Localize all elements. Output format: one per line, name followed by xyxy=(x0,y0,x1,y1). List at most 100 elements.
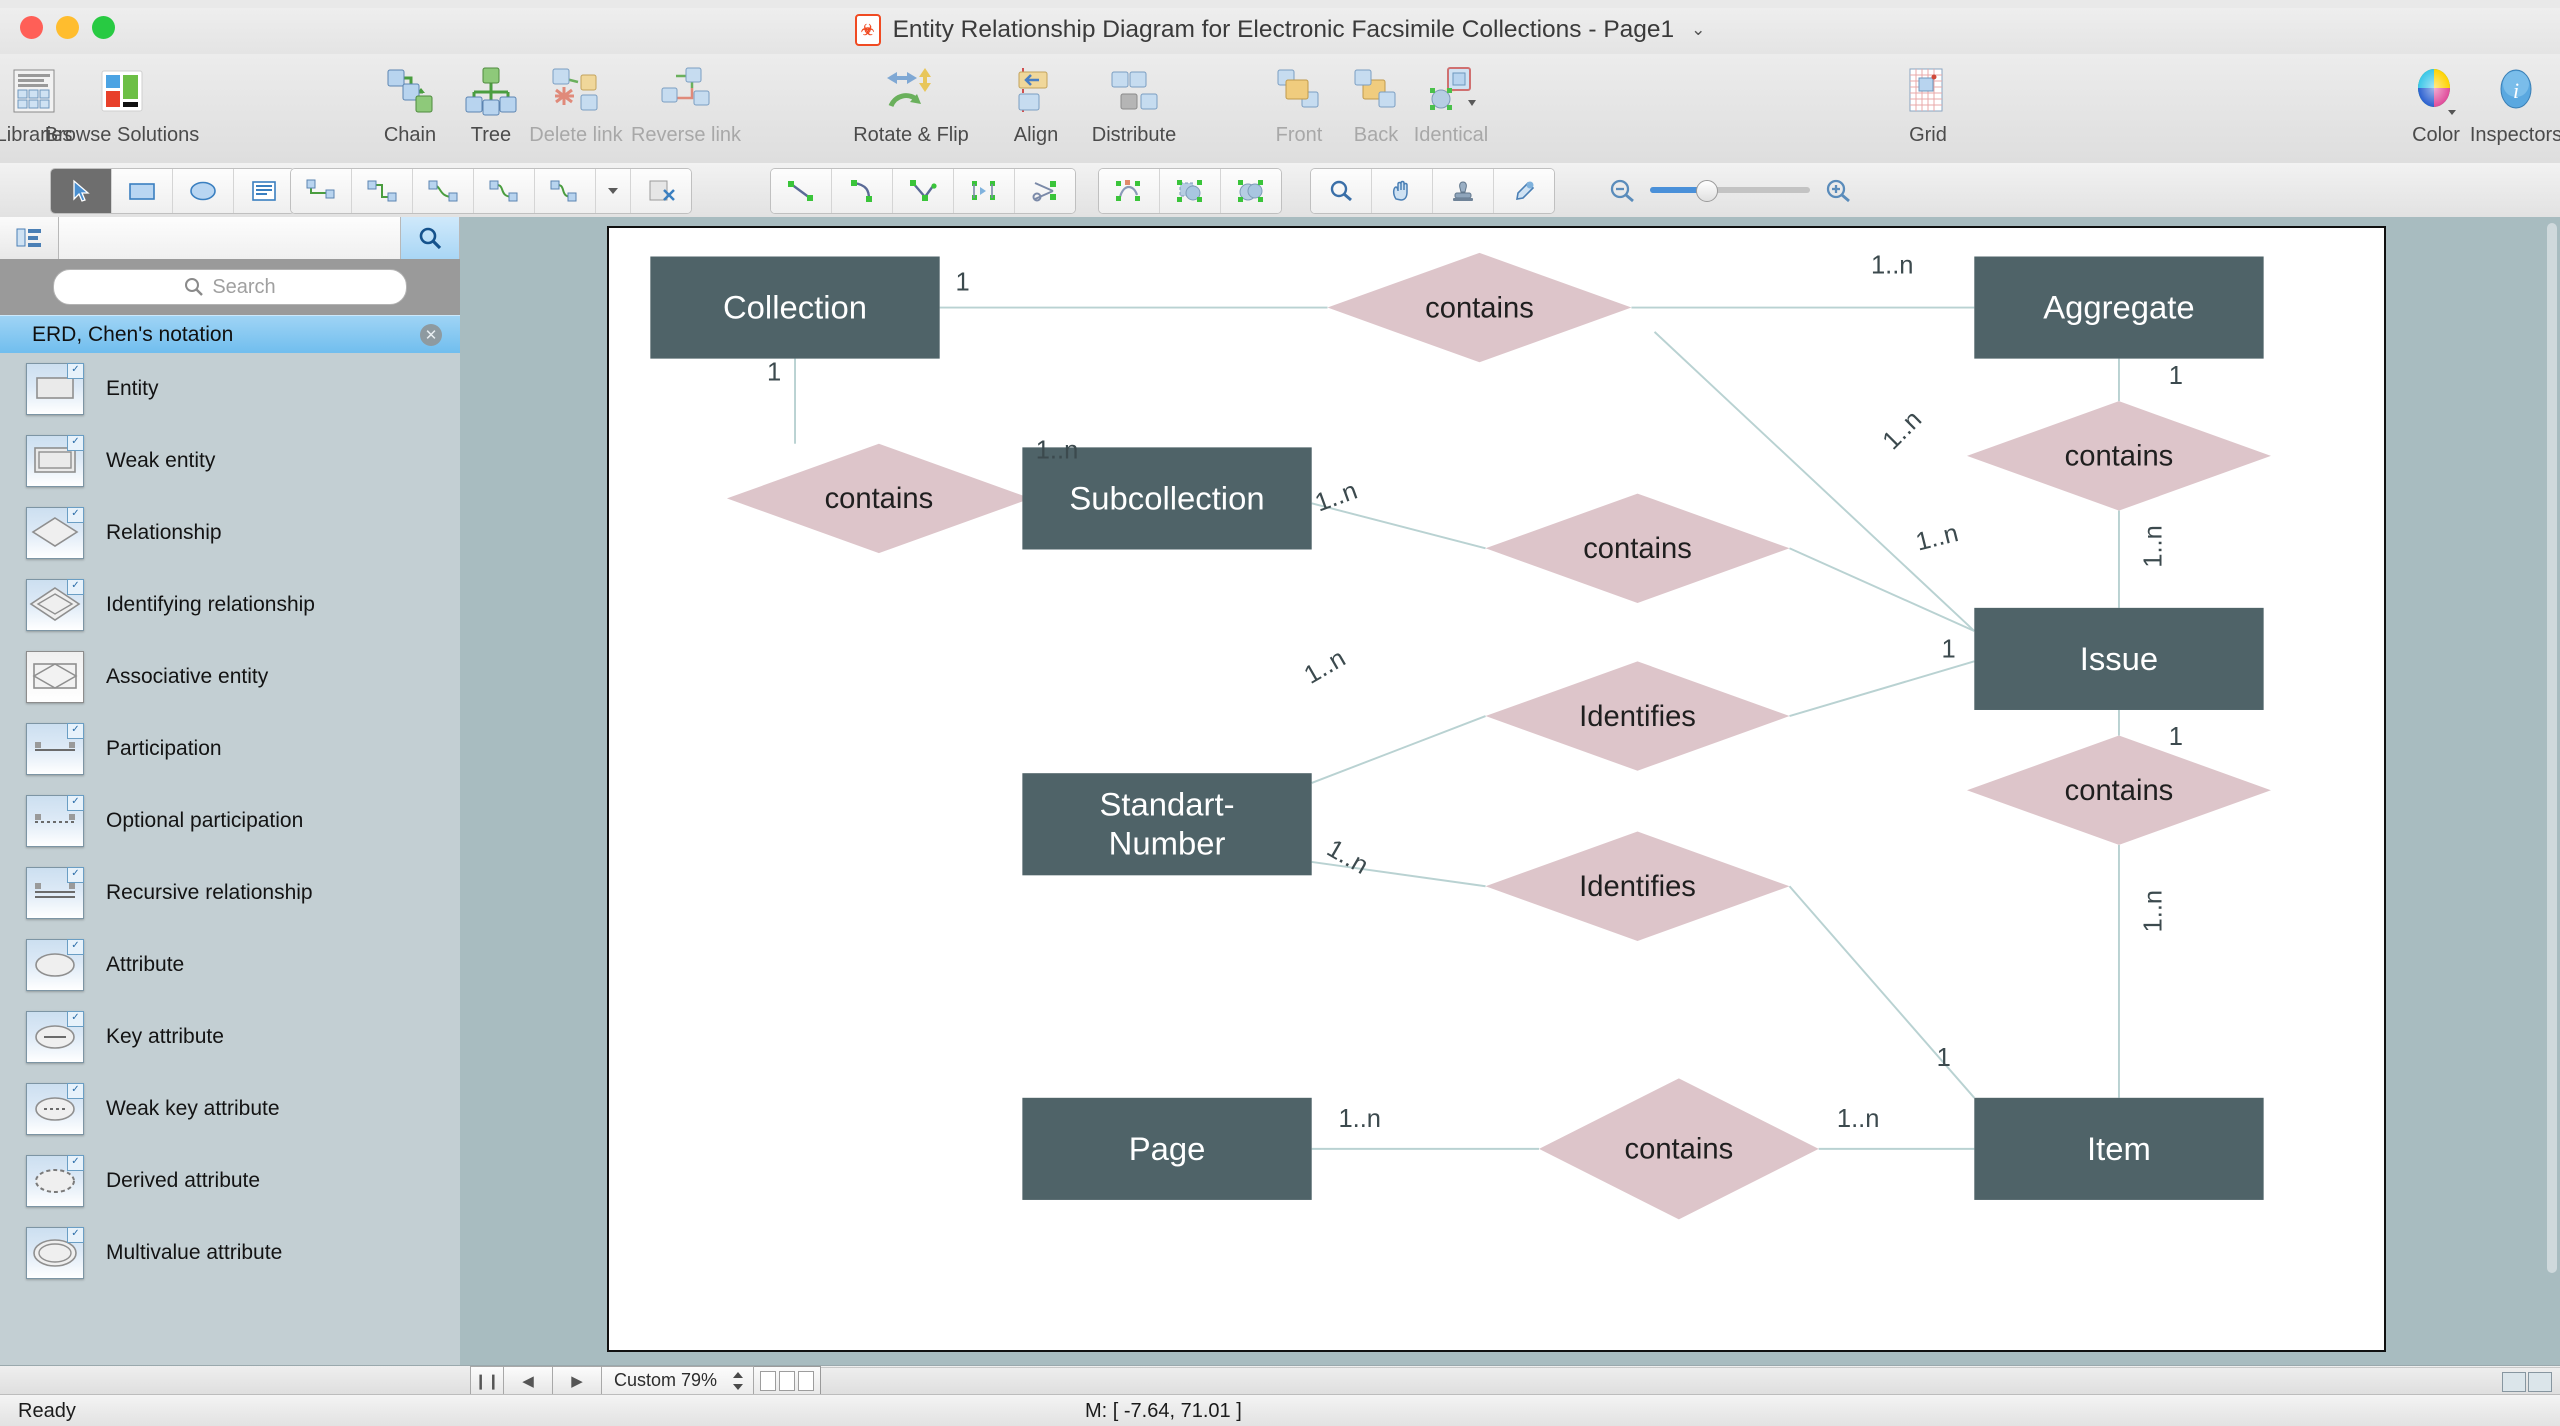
curve-line-tool-button[interactable] xyxy=(832,169,893,213)
text-tool-button[interactable] xyxy=(234,169,294,213)
zoom-slider[interactable] xyxy=(1650,180,1810,202)
weak-entity-shape-icon[interactable]: ✓ xyxy=(26,435,84,487)
shape-list-item[interactable]: ✓ Multivalue attribute xyxy=(0,1217,460,1289)
connector-line[interactable] xyxy=(1311,715,1486,784)
next-page-button[interactable]: ▶ xyxy=(553,1366,602,1395)
title-chevron-down-icon[interactable]: ⌄ xyxy=(1691,20,1705,40)
shape-list-item[interactable]: ✓ Recursive relationship xyxy=(0,857,460,929)
mirror-points-tool-button[interactable] xyxy=(954,169,1015,213)
ellipse-tool-button[interactable] xyxy=(173,169,234,213)
remove-shape-button[interactable] xyxy=(631,169,691,213)
ribbon-distribute[interactable]: Distribute xyxy=(1078,60,1190,147)
ribbon-grid[interactable]: Grid xyxy=(1872,60,1984,147)
participation-icon[interactable]: ✓ xyxy=(26,723,84,775)
weak-key-attribute-icon[interactable]: ✓ xyxy=(26,1083,84,1135)
connector-line[interactable] xyxy=(1653,331,1975,632)
shape-list-item[interactable]: ✓ Weak key attribute xyxy=(0,1073,460,1145)
ribbon-rotate-flip[interactable]: Rotate & Flip xyxy=(853,60,969,147)
eyedropper-tool-button[interactable] xyxy=(1494,169,1554,213)
canvas-vertical-scrollbar[interactable] xyxy=(2546,223,2558,1360)
relationship-diamond[interactable]: Identifies xyxy=(1485,661,1790,771)
library-search-tab[interactable] xyxy=(401,217,460,259)
connector-line[interactable] xyxy=(1789,547,1975,632)
stamp-tool-button[interactable] xyxy=(1433,169,1494,213)
connector-tool-3-button[interactable] xyxy=(413,169,474,213)
page-layout-control[interactable] xyxy=(754,1366,822,1395)
close-library-icon[interactable]: ✕ xyxy=(420,324,442,346)
connector-tool-4-button[interactable] xyxy=(474,169,535,213)
entity-box[interactable]: Item xyxy=(1974,1097,2264,1200)
previous-page-button[interactable]: ◀ xyxy=(504,1366,553,1395)
entity-box[interactable]: Collection xyxy=(650,256,940,359)
scrollbar-thumb[interactable] xyxy=(2547,223,2557,1273)
entity-box[interactable]: Aggregate xyxy=(1974,256,2264,359)
key-attribute-icon[interactable]: ✓ xyxy=(26,1011,84,1063)
shape-list-item[interactable]: ✓ Participation xyxy=(0,713,460,785)
relationship-diamond-icon[interactable]: ✓ xyxy=(26,507,84,559)
library-name-field[interactable] xyxy=(59,217,401,259)
cut-tool-button[interactable] xyxy=(1015,169,1075,213)
shape-list-item[interactable]: ✓ Optional participation xyxy=(0,785,460,857)
ribbon-reverse-link[interactable]: Reverse link xyxy=(630,60,742,147)
straight-line-tool-button[interactable] xyxy=(771,169,832,213)
multivalue-attribute-icon[interactable]: ✓ xyxy=(26,1227,84,1279)
entity-box[interactable]: Issue xyxy=(1974,607,2264,710)
page-thumb[interactable] xyxy=(779,1370,796,1391)
rectangle-tool-button[interactable] xyxy=(112,169,173,213)
zoom-level-control[interactable]: Custom 79% xyxy=(602,1366,755,1395)
edit-points-button[interactable] xyxy=(1099,169,1160,213)
shape-list-item[interactable]: ✓ Identifying relationship xyxy=(0,569,460,641)
polyline-tool-button[interactable] xyxy=(893,169,954,213)
relationship-diamond[interactable]: Identifies xyxy=(1485,831,1790,941)
optional-participation-icon[interactable]: ✓ xyxy=(26,795,84,847)
entity-shape-icon[interactable]: ✓ xyxy=(26,363,84,415)
identifying-relationship-icon[interactable]: ✓ xyxy=(26,579,84,631)
ribbon-align[interactable]: Align xyxy=(980,60,1092,147)
diagram-canvas-area[interactable]: contains contains contains contains Identifi… xyxy=(460,217,2560,1366)
shape-list-item[interactable]: ✓ Entity xyxy=(0,353,460,425)
relationship-diamond[interactable]: contains xyxy=(726,443,1031,554)
shape-list-item[interactable]: ✓ Weak entity xyxy=(0,425,460,497)
associative-entity-icon[interactable] xyxy=(26,651,84,703)
shape-list-item[interactable]: ✓ Attribute xyxy=(0,929,460,1001)
ribbon-browse-solutions[interactable]: Browse Solutions xyxy=(45,60,199,147)
recursive-relationship-icon[interactable]: ✓ xyxy=(26,867,84,919)
entity-box[interactable]: Page xyxy=(1022,1097,1312,1200)
library-tree-tab[interactable] xyxy=(0,217,59,259)
entity-box[interactable]: Standart-Number xyxy=(1022,773,1312,876)
page-thumb[interactable] xyxy=(760,1370,777,1391)
search-input[interactable]: Search xyxy=(53,269,407,305)
connector-dropdown-button[interactable] xyxy=(596,169,631,213)
shape-list-item[interactable]: Associative entity xyxy=(0,641,460,713)
diagram-page[interactable]: contains contains contains contains Identifi… xyxy=(607,226,2386,1352)
relationship-diamond[interactable]: contains xyxy=(1966,735,2271,845)
zoom-tool-button[interactable] xyxy=(1311,169,1372,213)
shape-list-item[interactable]: ✓ Relationship xyxy=(0,497,460,569)
ribbon-inspectors[interactable]: i Inspectors xyxy=(2460,60,2560,147)
ribbon-identical[interactable]: Identical xyxy=(1395,60,1507,147)
pause-button[interactable]: ❙❙ xyxy=(470,1366,504,1395)
connector-tool-2-button[interactable] xyxy=(352,169,413,213)
zoom-stepper-icon[interactable] xyxy=(731,1370,745,1392)
connector-line[interactable] xyxy=(1789,660,1975,717)
ribbon-delete-link[interactable]: Delete link xyxy=(520,60,632,147)
attribute-ellipse-icon[interactable]: ✓ xyxy=(26,939,84,991)
shape-list-item[interactable]: ✓ Derived attribute xyxy=(0,1145,460,1217)
union-shapes-button[interactable] xyxy=(1160,169,1221,213)
connector-tool-5-button[interactable] xyxy=(535,169,596,213)
relationship-diamond[interactable]: contains xyxy=(1539,1078,1819,1220)
full-screen-icon[interactable] xyxy=(2528,1372,2552,1392)
fit-page-icon[interactable] xyxy=(2502,1372,2526,1392)
derived-attribute-icon[interactable]: ✓ xyxy=(26,1155,84,1207)
zoom-in-icon[interactable] xyxy=(1824,177,1852,203)
relationship-diamond[interactable]: contains xyxy=(1327,252,1632,363)
zoom-out-icon[interactable] xyxy=(1608,177,1636,203)
select-tool-button[interactable] xyxy=(51,169,112,213)
shape-list-item[interactable]: ✓ Key attribute xyxy=(0,1001,460,1073)
page-thumb[interactable] xyxy=(798,1370,815,1391)
subtract-shapes-button[interactable] xyxy=(1221,169,1281,213)
connector-tool-1-button[interactable] xyxy=(291,169,352,213)
zoom-slider-handle[interactable] xyxy=(1696,180,1718,202)
relationship-diamond[interactable]: contains xyxy=(1485,493,1790,603)
hand-tool-button[interactable] xyxy=(1372,169,1433,213)
